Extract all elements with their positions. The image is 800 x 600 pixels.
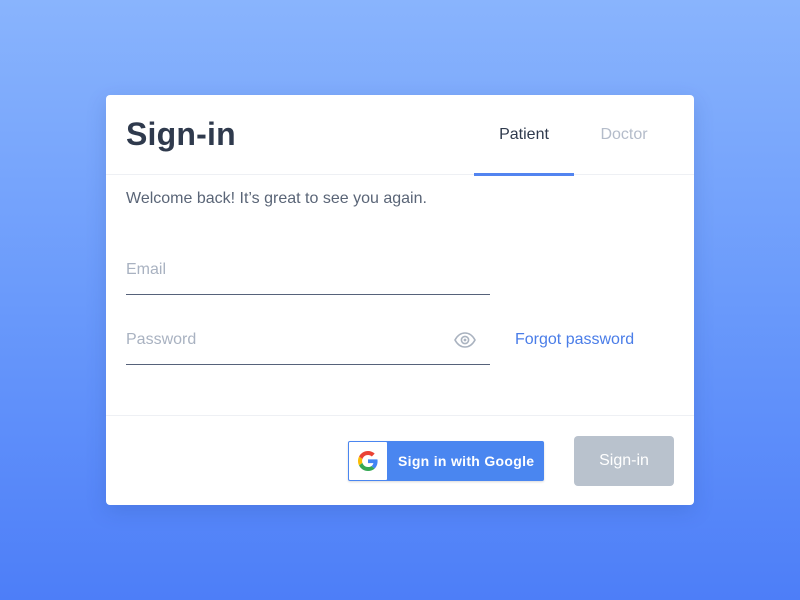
welcome-message: Welcome back! It’s great to see you agai… [126,190,427,207]
forgot-password-link[interactable]: Forgot password [515,331,634,349]
tab-patient[interactable]: Patient [474,95,574,176]
google-signin-label: Sign in with Google [398,453,535,469]
tab-doctor[interactable]: Doctor [574,95,674,175]
signin-button[interactable]: Sign-in [574,436,674,486]
card-header: Sign-in Patient Doctor [106,95,694,176]
google-logo-icon [349,442,387,480]
card-footer: Sign in with Google Sign-in [106,415,694,505]
signin-card: Sign-in Patient Doctor Welcome back! It’… [106,95,694,505]
password-field-container [126,325,490,365]
page-title: Sign-in [126,116,236,152]
google-signin-button[interactable]: Sign in with Google [348,441,544,481]
eye-icon[interactable] [454,332,476,348]
email-field-container [126,255,490,295]
email-field[interactable] [126,255,446,285]
password-field[interactable] [126,325,446,355]
